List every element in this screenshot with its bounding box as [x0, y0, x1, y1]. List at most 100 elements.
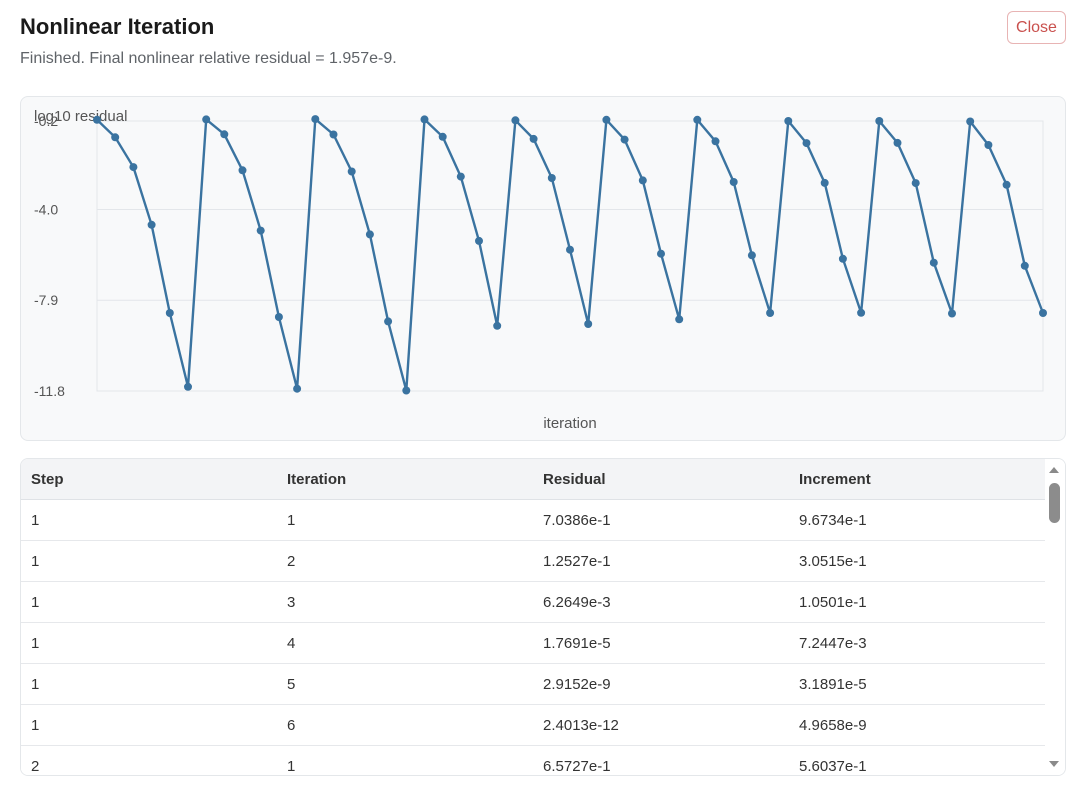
data-point[interactable] [711, 137, 720, 146]
table-row[interactable]: 1 5 2.9152e-9 3.1891e-5 [21, 664, 1045, 705]
data-point[interactable] [602, 115, 611, 124]
data-point[interactable] [911, 179, 920, 188]
data-point[interactable] [747, 251, 756, 260]
data-point[interactable] [293, 384, 302, 393]
data-point[interactable] [274, 313, 283, 321]
data-point[interactable] [220, 130, 229, 139]
data-point[interactable] [948, 309, 956, 318]
residual-cell: 7.0386e-1 [543, 512, 611, 529]
data-point[interactable] [966, 117, 975, 126]
data-point[interactable] [857, 308, 866, 317]
data-point[interactable] [511, 116, 520, 125]
data-point[interactable] [1020, 261, 1029, 270]
increment-cell: 4.9658e-9 [799, 717, 867, 734]
step-cell: 1 [31, 676, 40, 693]
status-message: Finished. Final nonlinear relative resid… [20, 50, 397, 67]
table-scrollbar[interactable] [1045, 459, 1065, 775]
step-cell: 1 [31, 594, 40, 611]
y-tick-label: -7.9 [34, 292, 58, 308]
iteration-cell: 4 [287, 635, 296, 652]
table-row[interactable]: 1 3 6.2649e-3 1.0501e-1 [21, 582, 1045, 623]
dialog-title: Nonlinear Iteration [20, 14, 215, 39]
column-header-iteration[interactable]: Iteration [287, 459, 346, 500]
y-tick-label: -4.0 [34, 201, 58, 217]
iteration-cell: 6 [287, 717, 296, 734]
scroll-thumb[interactable] [1049, 483, 1060, 523]
data-point[interactable] [384, 317, 393, 326]
data-point[interactable] [893, 138, 902, 147]
iteration-table: Step Iteration Residual Increment 1 1 7.03… [20, 458, 1066, 776]
x-axis-title: iteration [543, 415, 596, 432]
data-point[interactable] [638, 176, 647, 185]
column-header-step[interactable]: Step [31, 459, 64, 500]
data-point[interactable] [675, 315, 684, 324]
residual-cell: 6.5727e-1 [543, 758, 611, 775]
data-point[interactable] [238, 166, 247, 175]
close-button[interactable]: Close [1007, 11, 1066, 44]
column-header-increment[interactable]: Increment [799, 459, 871, 500]
residual-cell: 6.2649e-3 [543, 594, 611, 611]
data-point[interactable] [438, 132, 447, 141]
data-point[interactable] [784, 117, 793, 125]
data-point[interactable] [1039, 309, 1047, 317]
increment-cell: 1.0501e-1 [799, 594, 867, 611]
data-point[interactable] [838, 254, 847, 263]
iteration-cell: 2 [287, 553, 296, 570]
data-point[interactable] [456, 172, 465, 181]
step-cell: 1 [31, 512, 40, 529]
residual-cell: 2.4013e-12 [543, 717, 619, 734]
data-point[interactable] [620, 135, 629, 144]
data-point[interactable] [657, 249, 665, 258]
data-point[interactable] [202, 115, 211, 124]
data-point[interactable] [566, 245, 574, 254]
data-point[interactable] [984, 141, 993, 149]
table-row[interactable]: 1 4 1.7691e-5 7.2447e-3 [21, 623, 1045, 664]
data-point[interactable] [93, 115, 101, 124]
data-point[interactable] [729, 178, 738, 186]
data-point[interactable] [129, 163, 138, 172]
data-point[interactable] [311, 115, 320, 124]
data-point[interactable] [256, 226, 265, 235]
scroll-up-arrow-icon[interactable] [1049, 467, 1059, 473]
data-point[interactable] [184, 382, 192, 391]
residual-series-line [96, 117, 1045, 392]
data-point[interactable] [529, 134, 538, 143]
y-axis-ticks: -0.2-4.0-7.9-11.8 [34, 113, 65, 399]
data-point[interactable] [147, 220, 156, 229]
table-row[interactable]: 1 2 1.2527e-1 3.0515e-1 [21, 541, 1045, 582]
data-point[interactable] [929, 258, 938, 267]
data-point[interactable] [493, 321, 502, 330]
data-point[interactable] [766, 309, 775, 317]
increment-cell: 9.6734e-1 [799, 512, 867, 529]
scroll-down-arrow-icon[interactable] [1049, 761, 1059, 767]
table-row[interactable]: 1 1 7.0386e-1 9.6734e-1 [21, 500, 1045, 541]
data-point[interactable] [820, 178, 829, 187]
iteration-cell: 1 [287, 512, 296, 529]
data-point[interactable] [402, 386, 411, 395]
data-point[interactable] [111, 133, 120, 142]
data-point[interactable] [420, 115, 429, 124]
data-point[interactable] [584, 320, 593, 328]
data-point[interactable] [347, 167, 356, 176]
data-point[interactable] [475, 236, 483, 245]
data-point[interactable] [165, 309, 174, 317]
table-row[interactable]: 1 6 2.4013e-12 4.9658e-9 [21, 705, 1045, 746]
iteration-cell: 3 [287, 594, 296, 611]
residual-chart-svg: -0.2-4.0-7.9-11.8 log10 residual iterati… [34, 108, 1047, 432]
data-point[interactable] [329, 130, 338, 139]
column-header-residual[interactable]: Residual [543, 459, 606, 500]
data-point[interactable] [693, 115, 702, 124]
data-point[interactable] [875, 117, 884, 125]
table-header: Step Iteration Residual Increment [21, 459, 1045, 500]
data-point[interactable] [802, 139, 811, 148]
data-point[interactable] [547, 174, 556, 182]
iteration-cell: 1 [287, 758, 296, 775]
data-point[interactable] [365, 230, 374, 239]
step-cell: 2 [31, 758, 40, 775]
y-axis-title: log10 residual [34, 108, 127, 125]
data-point[interactable] [1002, 180, 1011, 189]
table-row[interactable]: 2 1 6.5727e-1 5.6037e-1 [21, 746, 1045, 775]
iteration-cell: 5 [287, 676, 296, 693]
residual-chart: -0.2 -4.0 -7.9 -11.8 log10 residual iterati… [20, 96, 1066, 441]
increment-cell: 3.1891e-5 [799, 676, 867, 693]
